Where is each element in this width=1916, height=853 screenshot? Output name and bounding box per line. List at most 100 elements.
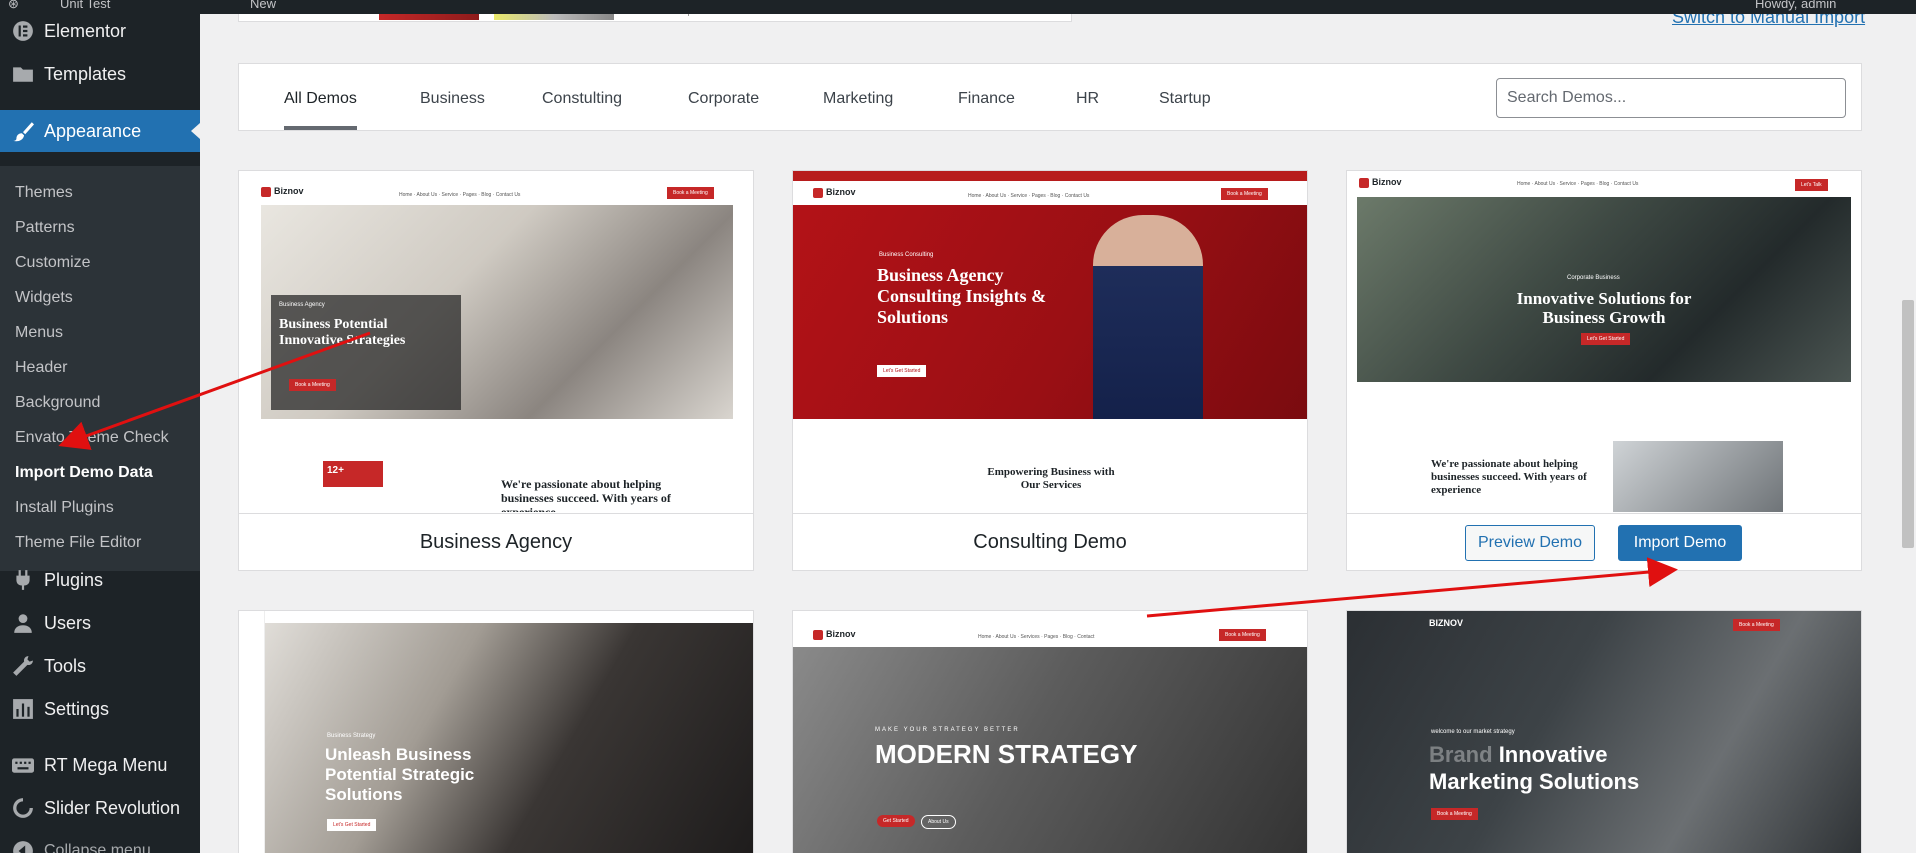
new-content-link[interactable]: New: [250, 0, 276, 11]
demo-screenshot[interactable]: BIZNOV Book a Meeting welcome to our mar…: [1347, 611, 1861, 853]
submenu-menus[interactable]: Menus: [15, 324, 63, 342]
sidebar-item-slider-revolution[interactable]: Slider Revolution: [0, 787, 200, 829]
submenu-background[interactable]: Background: [15, 394, 100, 412]
hero-tag: MAKE YOUR STRATEGY BETTER: [875, 727, 1020, 733]
submenu-themes[interactable]: Themes: [15, 184, 73, 202]
hero-person: [1093, 215, 1203, 419]
demo-card-strategy: Business Strategy Unleash Business Poten…: [238, 610, 754, 853]
sidebar-item-label: Settings: [44, 698, 110, 719]
submenu-header[interactable]: Header: [15, 359, 67, 377]
submenu-import-demo-data[interactable]: Import Demo Data: [15, 464, 153, 482]
demo-cta-button: Book a Meeting: [1219, 629, 1266, 641]
experience-badge: 12+: [323, 461, 383, 487]
submenu-patterns[interactable]: Patterns: [15, 219, 75, 237]
demo-nav: Home · About Us · Service · Pages · Blog…: [1517, 181, 1639, 187]
demo-nav: Home · About Us · Service · Pages · Blog…: [968, 193, 1090, 199]
preview-demo-button[interactable]: Preview Demo: [1465, 525, 1595, 561]
tab-startup[interactable]: Startup: [1159, 90, 1211, 108]
brand-logo: Biznov: [813, 187, 856, 198]
brand-logo: Biznov: [261, 186, 304, 197]
demo-card-marketing: BIZNOV Book a Meeting welcome to our mar…: [1346, 610, 1862, 853]
sidebar-item-plugins[interactable]: Plugins: [0, 559, 200, 601]
site-name-link[interactable]: Unit Test: [60, 0, 110, 11]
tab-business[interactable]: Business: [420, 90, 485, 108]
tab-marketing[interactable]: Marketing: [823, 90, 893, 108]
sidebar-item-users[interactable]: Users: [0, 602, 200, 644]
demo-cta-button: Let's Talk: [1795, 179, 1828, 191]
demo-hero: Corporate Business Innovative Solutions …: [1357, 197, 1851, 382]
demo-nav: Home · About Us · Service · Pages · Blog…: [399, 192, 521, 198]
demo-title: Business Agency: [419, 531, 573, 553]
demo-screenshot[interactable]: Biznov Home · About Us · Service · Pages…: [1347, 171, 1861, 512]
demo-topbar: [793, 171, 1307, 181]
sidebar-item-appearance[interactable]: Appearance: [0, 110, 200, 152]
sidebar-item-label: Tools: [44, 655, 87, 676]
sidebar-item-tools[interactable]: Tools: [0, 645, 200, 687]
demo-card-business-agency: Biznov Home · About Us · Service · Pages…: [238, 170, 754, 571]
submenu-install-plugins[interactable]: Install Plugins: [15, 499, 114, 517]
demo-screenshot[interactable]: Biznov Home · About Us · Services · Page…: [793, 611, 1307, 853]
hero-cta-button: Let's Get Started: [877, 365, 927, 377]
paintbrush-icon: [12, 120, 34, 142]
search-demos-input[interactable]: [1496, 78, 1846, 118]
howdy-user-link[interactable]: Howdy, admin: [1755, 0, 1836, 11]
hero-tag: Corporate Business: [1567, 275, 1620, 281]
sidebar-item-label: Slider Revolution: [44, 797, 181, 818]
sidebar-item-label: Elementor: [44, 20, 127, 41]
admin-sidebar: Elementor Templates Appearance Themes Pa…: [0, 14, 200, 853]
demo-screenshot[interactable]: Biznov Home · About Us · Service · Pages…: [793, 171, 1307, 512]
collapse-menu-button[interactable]: Collapse menu: [0, 830, 200, 853]
tab-finance[interactable]: Finance: [958, 90, 1015, 108]
demo-screenshot[interactable]: Biznov Home · About Us · Service · Pages…: [239, 171, 753, 512]
hero-title: Innovative Solutions for Business Growth: [1516, 289, 1692, 327]
folder-icon: [12, 63, 34, 85]
hero-secondary-button: About Us: [921, 815, 956, 829]
demo-hero: MAKE YOUR STRATEGY BETTER MODERN STRATEG…: [793, 647, 1307, 853]
submenu-widgets[interactable]: Widgets: [15, 289, 73, 307]
scrollbar-thumb[interactable]: [1902, 300, 1914, 548]
demo-card-modern-strategy: Biznov Home · About Us · Services · Page…: [792, 610, 1308, 853]
wordpress-logo-icon[interactable]: ⊛: [8, 0, 19, 12]
card-footer: Preview Demo Import Demo: [1347, 513, 1861, 570]
revolution-icon: [12, 797, 34, 819]
demo-title: Consulting Demo: [973, 531, 1127, 553]
collapse-icon: [12, 840, 34, 853]
import-demo-button[interactable]: Import Demo: [1618, 525, 1742, 561]
submenu-envato-theme-check[interactable]: Envato Theme Check: [15, 429, 169, 447]
vertical-logo-bar: [239, 611, 265, 853]
demo-filter-bar: All Demos Business Constulting Corporate…: [238, 63, 1862, 131]
tab-all-demos[interactable]: All Demos: [284, 90, 357, 130]
tab-corporate[interactable]: Corporate: [688, 90, 759, 108]
demo-hero: Business Consulting Business Agency Cons…: [793, 205, 1307, 419]
settings-icon: [12, 698, 34, 720]
submenu-theme-file-editor[interactable]: Theme File Editor: [15, 534, 141, 552]
card-footer: Business Agency: [239, 513, 753, 570]
admin-bar: ⊛ Unit Test New Howdy, admin: [0, 0, 1916, 14]
brand-logo: Biznov: [1359, 177, 1402, 188]
section-title: Empowering Business with Our Services: [987, 466, 1115, 491]
plugin-icon: [12, 569, 34, 591]
sidebar-item-templates[interactable]: Templates: [0, 53, 200, 95]
tab-hr[interactable]: HR: [1076, 90, 1099, 108]
submenu-customize[interactable]: Customize: [15, 254, 91, 272]
sidebar-item-elementor[interactable]: Elementor: [0, 10, 200, 52]
demo-nav: Home · About Us · Services · Pages · Blo…: [978, 634, 1095, 640]
sidebar-item-label: Appearance: [44, 120, 142, 141]
section-title: We're passionate about helping businesse…: [1431, 458, 1587, 496]
tab-consulting[interactable]: Constulting: [542, 90, 622, 108]
hero-faded-word: Brand: [1429, 742, 1493, 767]
wrench-icon: [12, 655, 34, 677]
elementor-icon: [12, 20, 34, 42]
demo-hero: Business Agency Business Potential Innov…: [261, 205, 733, 419]
sidebar-item-label: Users: [44, 612, 92, 633]
appearance-submenu: Themes Patterns Customize Widgets Menus …: [0, 166, 200, 571]
hero-title: Brand Innovative Marketing Solutions: [1429, 741, 1669, 795]
demo-screenshot[interactable]: Business Strategy Unleash Business Poten…: [239, 611, 753, 853]
brand-logo: Biznov: [813, 629, 856, 640]
sidebar-item-label: Plugins: [44, 569, 104, 590]
sidebar-item-rt-mega-menu[interactable]: RT Mega Menu: [0, 744, 200, 786]
sidebar-item-settings[interactable]: Settings: [0, 688, 200, 730]
sidebar-item-label: Collapse menu: [44, 842, 151, 853]
section-title: We're passionate about helping businesse…: [501, 477, 671, 512]
hero-tag: Business Consulting: [879, 252, 934, 258]
